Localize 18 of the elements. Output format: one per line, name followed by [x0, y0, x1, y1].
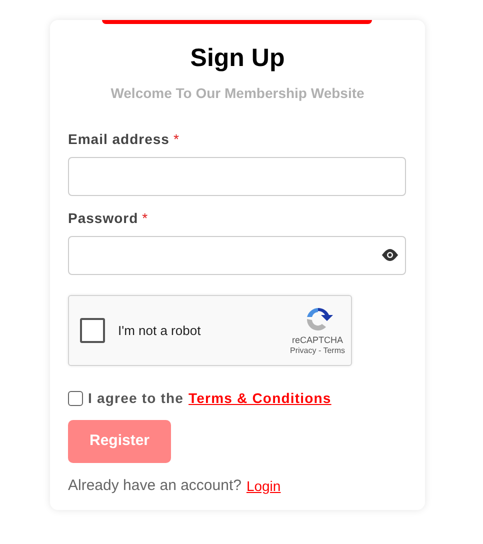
login-link[interactable]: Login: [246, 476, 281, 497]
footer-text: Already have an account?: [68, 476, 242, 496]
subtitle: Welcome To Our Membership Website: [110, 84, 366, 102]
terms-link[interactable]: Terms & Conditions: [188, 388, 332, 409]
email-field[interactable]: [68, 157, 406, 196]
agree-text: I agree to the: [88, 389, 184, 408]
page-title: Sign Up: [189, 43, 286, 74]
captcha-checkbox[interactable]: [80, 318, 105, 343]
password-field[interactable]: [68, 236, 406, 275]
field-label: Email address: [68, 130, 170, 149]
agree-checkbox[interactable]: [68, 391, 83, 406]
captcha-label: I'm not a robot: [118, 322, 202, 340]
field-label: Password: [68, 209, 138, 228]
required-mark: *: [173, 130, 179, 149]
recaptcha-links: Privacy - Terms: [290, 346, 345, 356]
required-mark: *: [142, 209, 148, 228]
recaptcha-brand: reCAPTCHA: [292, 335, 344, 346]
eye-icon[interactable]: [381, 248, 399, 262]
